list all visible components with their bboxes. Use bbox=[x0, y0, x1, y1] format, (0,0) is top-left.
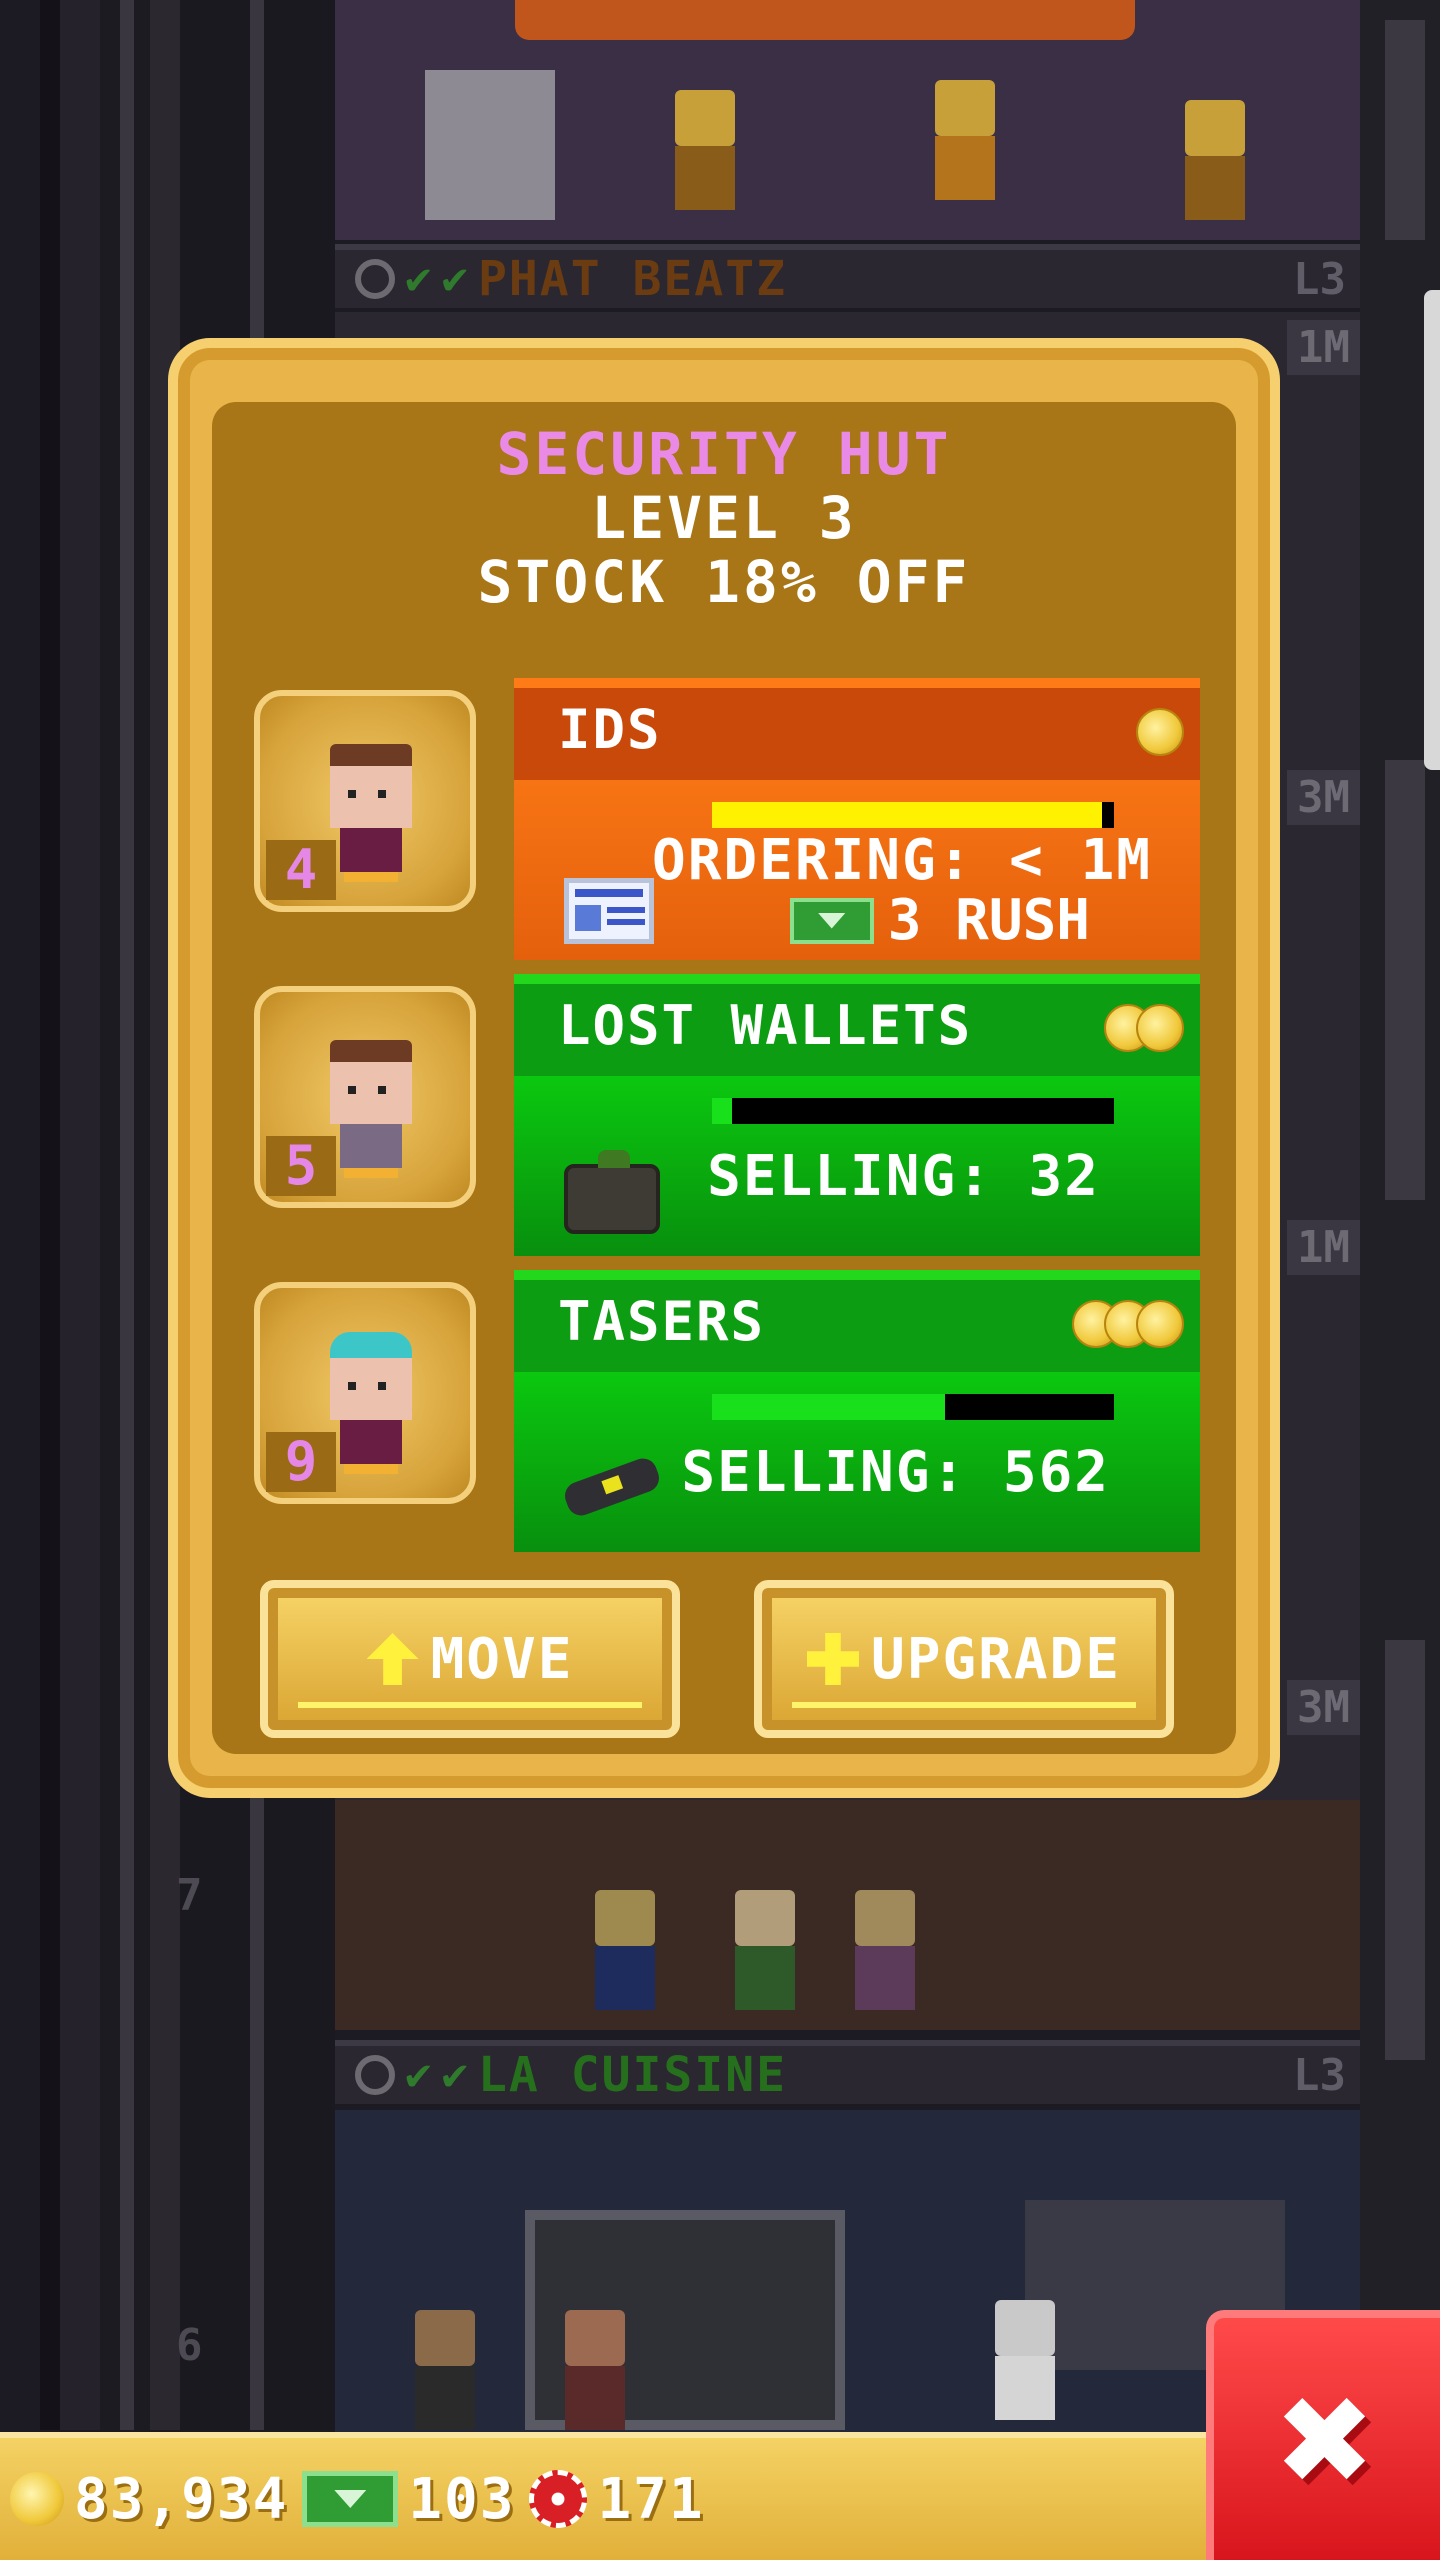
worker-level-badge: 4 bbox=[266, 840, 336, 900]
stock-name: LOST WALLETS bbox=[558, 994, 973, 1057]
floor-tag: 3M bbox=[1287, 770, 1360, 825]
stock-panel-ids[interactable]: IDS ORDERING: < 1M 3 RUSH bbox=[514, 678, 1200, 960]
coin-icons bbox=[1136, 708, 1184, 756]
poker-chip-icon bbox=[529, 2470, 588, 2528]
worker-avatar bbox=[326, 744, 416, 884]
scrollbar-thumb[interactable] bbox=[1424, 290, 1440, 770]
dialog-title: SECURITY HUT bbox=[496, 420, 952, 488]
floor-tag: 1M bbox=[1287, 320, 1360, 375]
plus-icon bbox=[806, 1633, 859, 1685]
stock-panel-tasers[interactable]: TASERS SELLING: 562 bbox=[514, 1270, 1200, 1552]
coins-stat[interactable]: 83,934 bbox=[10, 2467, 288, 2532]
coin-icon bbox=[1136, 1300, 1184, 1348]
stock-name: IDS bbox=[558, 698, 662, 761]
security-hut-dialog: SECURITY HUT LEVEL 3 STOCK 18% OFF 4 IDS… bbox=[168, 338, 1280, 1798]
wallet-icon bbox=[564, 1150, 660, 1234]
stock-row-lost-wallets: 5 LOST WALLETS SELLING: 32 bbox=[254, 964, 1286, 1256]
floor-level: L3 bbox=[1293, 2050, 1346, 2101]
close-icon: ✖ bbox=[1278, 2345, 1376, 2532]
check-icon: ✔ bbox=[405, 253, 432, 304]
right-ledge bbox=[1385, 1640, 1425, 2060]
floor-bar-phat-beatz[interactable]: ✔ ✔ PHAT BEATZ L3 bbox=[335, 244, 1360, 308]
floor-number: 7 bbox=[176, 1870, 203, 1921]
dialog-stock-discount: STOCK 18% OFF bbox=[477, 548, 971, 616]
coin-icon bbox=[1136, 1004, 1184, 1052]
check-icon: ✔ bbox=[441, 2049, 469, 2100]
bux-icon bbox=[302, 2471, 399, 2527]
clock-icon bbox=[355, 259, 395, 299]
bux-stat[interactable]: 103 bbox=[302, 2467, 515, 2532]
progress-fill bbox=[712, 1098, 733, 1124]
progress-fill bbox=[712, 1394, 946, 1420]
stock-name: TASERS bbox=[558, 1290, 766, 1353]
progress-fill bbox=[712, 802, 1102, 828]
stock-row-tasers: 9 TASERS SELLING: 562 bbox=[254, 1260, 1286, 1552]
worker-level-badge: 5 bbox=[266, 1136, 336, 1196]
upgrade-button[interactable]: UPGRADE bbox=[754, 1580, 1174, 1738]
floor-tag: 3M bbox=[1287, 1680, 1360, 1735]
shaft-rail bbox=[120, 0, 134, 2430]
coin-icon bbox=[1136, 708, 1184, 756]
worker-avatar bbox=[326, 1332, 416, 1476]
stock-progress-bar bbox=[712, 1098, 1114, 1124]
chips-amount: 171 bbox=[597, 2466, 705, 2532]
right-ledge bbox=[1385, 760, 1425, 1200]
stock-row-ids: 4 IDS ORDERING: < 1M 3 RUSH bbox=[254, 668, 1286, 960]
coin-icons bbox=[1104, 1004, 1184, 1052]
right-ledge bbox=[1385, 20, 1425, 240]
stock-progress-bar bbox=[712, 802, 1114, 828]
floor-number: 6 bbox=[176, 2320, 203, 2371]
check-icon: ✔ bbox=[405, 2049, 432, 2100]
id-card-icon bbox=[564, 878, 654, 944]
room-middle bbox=[335, 1800, 1360, 2030]
check-icon: ✔ bbox=[441, 253, 469, 304]
close-button[interactable]: ✖ bbox=[1206, 2310, 1440, 2560]
move-button[interactable]: MOVE bbox=[260, 1580, 680, 1738]
stock-progress-bar bbox=[712, 1394, 1114, 1420]
coins-amount: 83,934 bbox=[74, 2466, 289, 2532]
upgrade-label: UPGRADE bbox=[870, 1626, 1121, 1692]
stock-panel-lost-wallets[interactable]: LOST WALLETS SELLING: 32 bbox=[514, 974, 1200, 1256]
floor-name: LA CUISINE bbox=[478, 2047, 787, 2103]
worker-level-badge: 9 bbox=[266, 1432, 336, 1492]
floor-bar-la-cuisine[interactable]: ✔ ✔ LA CUISINE L3 bbox=[335, 2040, 1360, 2104]
dialog-level: LEVEL 3 bbox=[591, 484, 857, 552]
worker-portrait[interactable]: 5 bbox=[254, 986, 476, 1208]
floor-level: L3 bbox=[1293, 254, 1346, 305]
coin-icons bbox=[1072, 1300, 1184, 1348]
room-top bbox=[335, 0, 1360, 240]
worker-avatar bbox=[326, 1040, 416, 1180]
floor-tag: 1M bbox=[1287, 1220, 1360, 1275]
rush-label: 3 RUSH bbox=[887, 888, 1090, 953]
move-label: MOVE bbox=[430, 1626, 574, 1692]
clock-icon bbox=[355, 2055, 395, 2095]
worker-portrait[interactable]: 9 bbox=[254, 1282, 476, 1504]
rush-button[interactable]: 3 RUSH bbox=[789, 888, 1090, 953]
taser-icon bbox=[561, 1454, 663, 1520]
bux-icon bbox=[789, 897, 874, 944]
worker-portrait[interactable]: 4 bbox=[254, 690, 476, 912]
bux-amount: 103 bbox=[408, 2466, 516, 2532]
floor-name: PHAT BEATZ bbox=[478, 251, 787, 307]
coin-icon bbox=[10, 2472, 64, 2526]
arrow-up-icon bbox=[366, 1633, 419, 1685]
chips-stat[interactable]: 171 bbox=[529, 2467, 704, 2532]
